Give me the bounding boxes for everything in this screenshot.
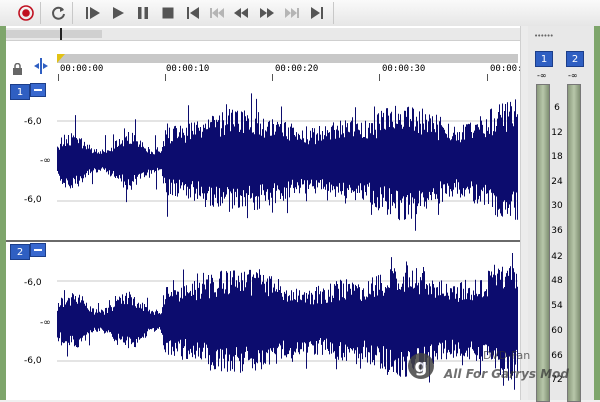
loop-icon: [52, 6, 65, 20]
meter-panel-grip[interactable]: ••••••: [534, 32, 554, 40]
meter-scale-label: 48: [551, 276, 563, 286]
toolbar-separator: [72, 2, 73, 24]
record-icon: [18, 5, 34, 21]
meter-channel-2-bar: [567, 84, 581, 402]
track-2-minimize-button[interactable]: [30, 243, 46, 257]
track-1-db-label: -6,0: [24, 195, 42, 205]
track-1-number-button[interactable]: 1: [10, 84, 30, 100]
meter-scale-label: 24: [551, 177, 563, 187]
ruler-tick: [487, 74, 488, 81]
track-2-number-button[interactable]: 2: [10, 244, 30, 260]
lock-icon[interactable]: [12, 60, 23, 79]
loop-button[interactable]: [49, 3, 69, 23]
meter-scale-label: 42: [551, 252, 563, 262]
watermark-logo: g: [408, 353, 434, 379]
go-to-end-icon: [311, 7, 323, 19]
meter-scale-label: 12: [551, 128, 563, 138]
track-1-db-label: -6,0: [24, 117, 42, 127]
go-to-end-button[interactable]: [307, 3, 327, 23]
meter-channel-2-button[interactable]: 2: [566, 51, 584, 67]
meter-scale-label: 18: [551, 152, 563, 162]
meter-scale-label: 54: [551, 301, 563, 311]
toolbar-separator: [333, 2, 334, 24]
track-2-db-label: -6,0: [24, 278, 42, 288]
go-to-start-button[interactable]: [183, 3, 203, 23]
pause-icon: [138, 7, 148, 19]
play-from-start-icon: [86, 7, 100, 19]
waveform-path: [57, 93, 518, 231]
rewind-icon: [234, 8, 248, 18]
watermark-text: All For Garrys Mod: [444, 367, 569, 381]
meter-channel-2-peak: -∞: [568, 71, 578, 80]
rewind-button[interactable]: [231, 3, 251, 23]
fast-forward-icon: [260, 8, 274, 18]
ruler-tick: [165, 74, 166, 81]
meter-scale-label: 30: [551, 201, 563, 211]
ruler-label: 00:00:30: [382, 64, 426, 74]
pause-button[interactable]: [133, 3, 153, 23]
record-button[interactable]: [16, 3, 36, 23]
stop-button[interactable]: [158, 3, 178, 23]
next-marker-button[interactable]: [282, 3, 302, 23]
window-edge-right: [594, 26, 600, 400]
watermark-text: DVD-Fan: [483, 349, 531, 362]
track-2-db-label: -6,0: [24, 356, 42, 366]
ruler-tick: [379, 74, 380, 81]
meter-scale-label: 60: [551, 326, 563, 336]
scrollbar-thumb[interactable]: [6, 30, 102, 38]
ruler-label: 00:00:10: [166, 64, 210, 74]
meter-scale-label: 6: [554, 103, 560, 113]
timeline-strip[interactable]: [57, 54, 518, 63]
meter-channel-1-button[interactable]: 1: [535, 51, 553, 67]
meter-channel-1-peak: -∞: [537, 71, 547, 80]
ruler-label: 00:00:20: [275, 64, 319, 74]
meter-scale-label: 36: [551, 226, 563, 236]
ruler-label: 00:00:00: [60, 64, 104, 74]
horizontal-scrollbar[interactable]: [6, 28, 520, 41]
playhead-marker-icon[interactable]: [57, 54, 65, 63]
next-marker-icon: [285, 8, 299, 18]
play-button[interactable]: [108, 3, 128, 23]
stop-icon: [162, 7, 174, 19]
go-to-start-icon: [187, 7, 199, 19]
playhead-overview-marker: [60, 28, 62, 40]
ruler-tick: [58, 74, 59, 81]
previous-marker-button[interactable]: [207, 3, 227, 23]
track-1-waveform-svg: [57, 93, 518, 231]
meter-scale-label: 66: [551, 351, 563, 361]
fast-forward-button[interactable]: [257, 3, 277, 23]
ruler-tick: [272, 74, 273, 81]
track-1-waveform[interactable]: [57, 82, 518, 240]
play-from-start-button[interactable]: [83, 3, 103, 23]
toolbar-separator: [40, 2, 41, 24]
play-icon: [113, 7, 124, 19]
snap-icon[interactable]: [33, 58, 49, 78]
transport-toolbar: [0, 0, 600, 27]
previous-marker-icon: [210, 8, 224, 18]
track-1-minimize-button[interactable]: [30, 83, 46, 97]
